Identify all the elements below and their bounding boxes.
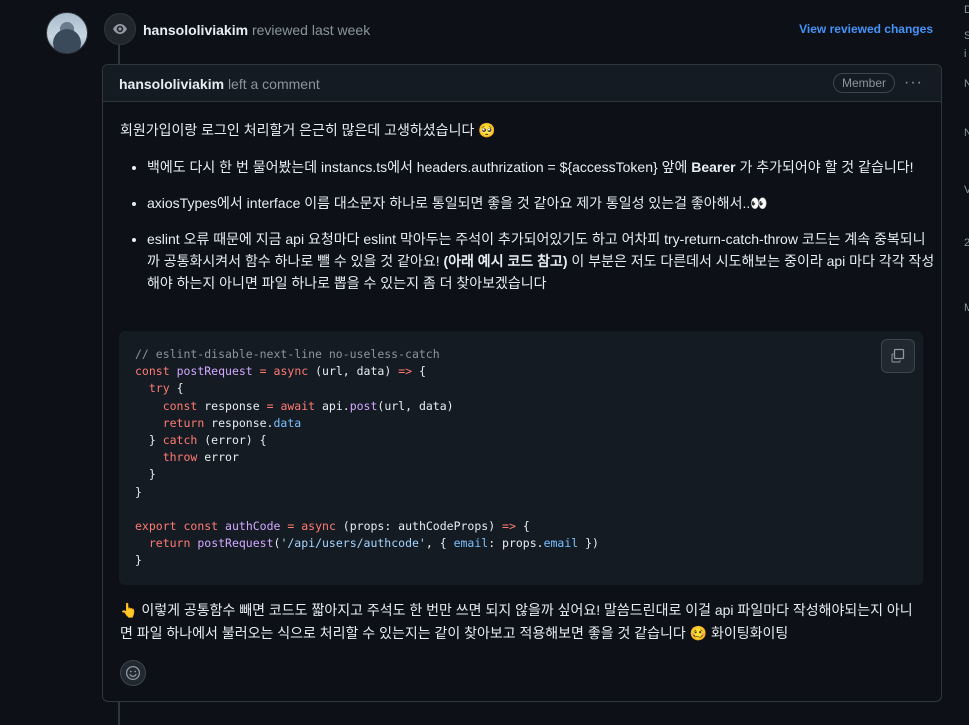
bullet-bold-text: Bearer [691, 159, 736, 175]
comment-action: left a comment [227, 76, 320, 92]
review-action: reviewed last week [251, 22, 371, 38]
list-item: 백에도 다시 한 번 물어봤는데 instancs.ts에서 headers.a… [147, 156, 937, 178]
list-item: axiosTypes에서 interface 이름 대소문자 하나로 통일되면 … [147, 192, 937, 214]
sidebar-fragment: V [964, 184, 969, 196]
view-reviewed-changes-link[interactable]: View reviewed changes [799, 22, 933, 36]
sidebar-fragment: S [964, 30, 969, 42]
smiley-icon [125, 665, 141, 681]
copy-icon [891, 348, 905, 363]
code-block: // eslint-disable-next-line no-useless-c… [119, 331, 923, 585]
bullet-text: axiosTypes에서 interface 이름 대소문자 하나로 통일되면 … [147, 195, 768, 211]
bullet-text: 가 추가되어야 할 것 같습니다! [735, 159, 914, 175]
sidebar-fragment: N [964, 127, 969, 139]
comment-author: hansololiviakim left a comment [119, 76, 320, 92]
eye-icon [104, 13, 136, 45]
right-sidebar-clipped: D S i N N V 2 M [962, 0, 969, 716]
comment-outro: 👆 이렇게 공통함수 빼면 코드도 짧아지고 주석도 한 번만 쓰면 되지 않을… [120, 602, 913, 641]
member-badge: Member [832, 73, 895, 93]
avatar[interactable] [46, 12, 88, 54]
comment-bullet-list: 백에도 다시 한 번 물어봤는데 instancs.ts에서 headers.a… [119, 156, 937, 308]
kebab-horizontal-icon[interactable]: ··· [904, 74, 923, 92]
sidebar-fragment: 2 [964, 237, 969, 249]
sidebar-fragment: D [964, 4, 969, 16]
add-reaction-button[interactable] [120, 660, 146, 686]
sidebar-fragment: i [964, 48, 967, 60]
review-header: hansololiviakim reviewed last week [143, 22, 370, 38]
comment-author-link[interactable]: hansololiviakim [119, 76, 224, 92]
bullet-bold-text: (아래 예시 코드 참고) [443, 253, 568, 269]
code-content: // eslint-disable-next-line no-useless-c… [135, 347, 599, 568]
bullet-text: 백에도 다시 한 번 물어봤는데 instancs.ts에서 headers.a… [147, 159, 692, 175]
review-author-link[interactable]: hansololiviakim [143, 22, 248, 38]
comment-intro: 회원가입이랑 로그인 처리할거 은근히 많은데 고생하셨습니다 🥺 [120, 122, 496, 138]
copy-button[interactable] [881, 339, 915, 373]
comment-header: hansololiviakim left a comment Member ··… [103, 65, 941, 102]
sidebar-fragment: M [964, 302, 969, 314]
review-comment-card: hansololiviakim left a comment Member ··… [102, 64, 942, 702]
sidebar-fragment: N [964, 78, 969, 90]
list-item: eslint 오류 때문에 지금 api 요청마다 eslint 막아두는 주석… [147, 228, 937, 294]
